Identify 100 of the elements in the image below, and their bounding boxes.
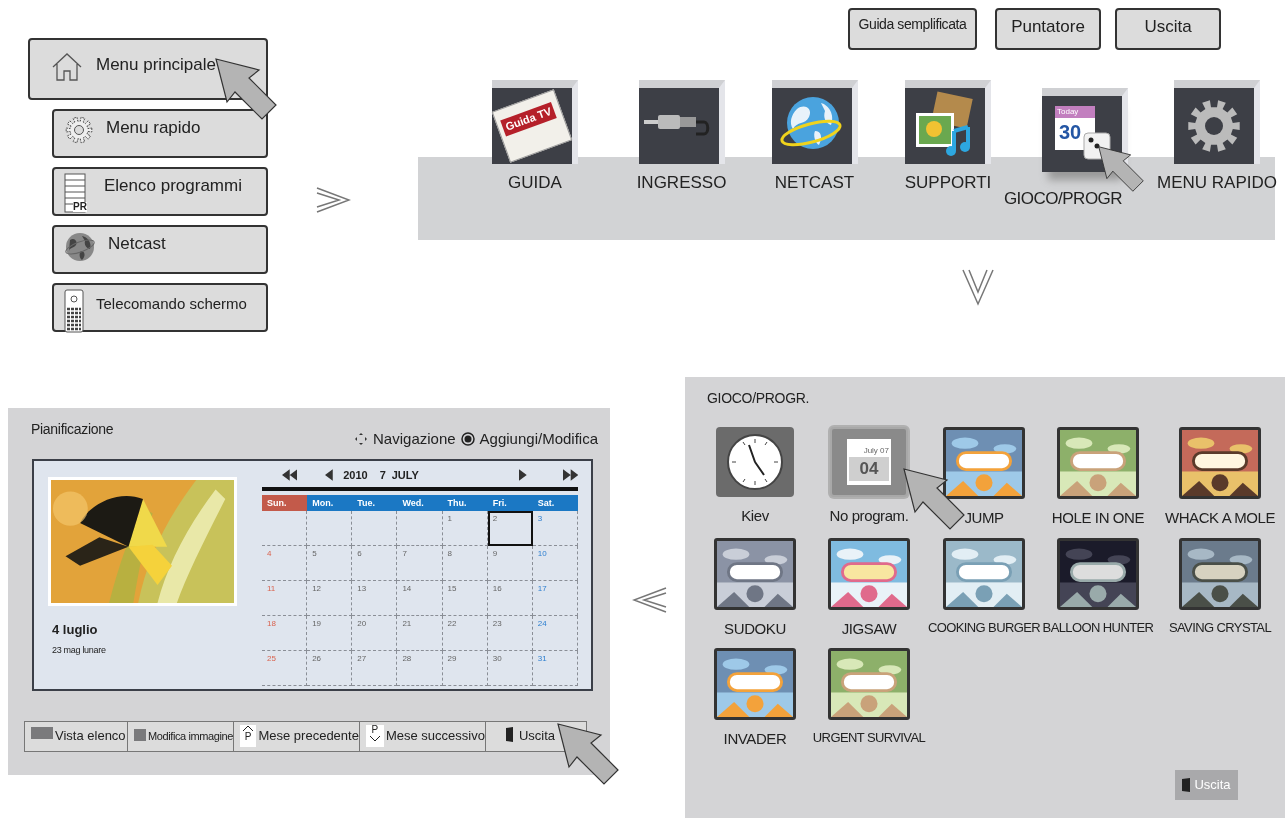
menu-tile-label: INGRESSO <box>636 172 727 194</box>
calendar-day[interactable]: 6 <box>352 546 398 581</box>
calendar-day[interactable]: 1 <box>442 511 488 546</box>
calendar-day[interactable]: 28 <box>397 651 443 686</box>
menu-button[interactable]: Puntatore <box>995 8 1101 50</box>
calendar-day[interactable]: 3 <box>532 511 578 546</box>
menu-item-label: Menu principale <box>96 54 216 76</box>
calendar-icon-day: 30 <box>1055 118 1095 146</box>
calendar-day[interactable]: 11 <box>262 581 308 616</box>
menu-item[interactable]: Menu rapido <box>52 109 268 158</box>
calendar-day[interactable]: 19 <box>307 616 353 651</box>
clock-icon <box>726 433 784 491</box>
menu-tile[interactable] <box>905 80 991 164</box>
game-label: Kiev <box>741 506 769 526</box>
calendar-day[interactable]: 10 <box>532 546 578 581</box>
game-label: BALLOON HUNTER <box>1042 618 1154 637</box>
menu-item-label: Elenco programmi <box>104 175 242 197</box>
menu-tile[interactable] <box>771 80 858 164</box>
calendar-day[interactable]: 5 <box>307 546 353 581</box>
calendar-cell <box>307 511 353 546</box>
calendar-day[interactable]: 2 <box>487 511 533 546</box>
calendar-cell <box>352 511 398 546</box>
footer-button-label: Mese successivo <box>385 727 485 745</box>
color-key-swatch <box>133 729 146 741</box>
menu-button[interactable]: Uscita <box>1115 8 1221 50</box>
menu-tile-label: GUIDA <box>508 172 562 194</box>
calendar-day[interactable]: 30 <box>487 651 533 686</box>
calendar-day[interactable]: 18 <box>262 616 308 651</box>
weekday-header: Sat. <box>532 495 578 511</box>
calendar-day[interactable]: 15 <box>442 581 488 616</box>
menu-tile[interactable] <box>638 80 725 164</box>
calendar-day[interactable]: 8 <box>442 546 488 581</box>
weekday-header: Mon. <box>307 495 353 511</box>
menu-item[interactable]: Netcast <box>52 225 268 274</box>
menu-tile[interactable]: Today 30 <box>1042 88 1128 172</box>
hint-label: Aggiungi/Modifica <box>479 429 598 449</box>
clock-tile[interactable] <box>716 427 794 497</box>
footer-button-label: Mese precedente <box>258 727 359 745</box>
calendar-day[interactable]: 9 <box>487 546 533 581</box>
calendar-day[interactable]: 27 <box>352 651 398 686</box>
calendar-cell <box>397 511 443 546</box>
list-icon <box>64 173 88 213</box>
panel-title: GIOCO/PROGR. <box>707 389 810 408</box>
menu-button[interactable]: Guida semplificata <box>848 8 977 50</box>
calendar-day[interactable]: 16 <box>487 581 533 616</box>
right-arrow-icon <box>518 469 527 481</box>
game-label: JIGSAW <box>841 618 897 639</box>
footer-button[interactable]: P Mese successivo <box>359 722 486 751</box>
calendar-day[interactable]: 22 <box>442 616 488 651</box>
year-label: 2010 <box>343 467 368 483</box>
calendar-day[interactable]: 17 <box>532 581 578 616</box>
calendar-icon-label: Today <box>1055 106 1095 118</box>
calendar-day[interactable]: 20 <box>352 616 398 651</box>
date-label: 4 luglio <box>52 621 99 639</box>
calendar-day[interactable]: 26 <box>307 651 353 686</box>
menu-tile[interactable]: Guida TV <box>492 80 578 164</box>
calendar-day[interactable]: 23 <box>487 616 533 651</box>
pointer-cursor-icon <box>1098 146 1144 192</box>
game-label: INVADER <box>723 729 787 749</box>
footer-button[interactable]: Vista elenco <box>25 722 128 751</box>
calendar-day[interactable]: 31 <box>532 651 578 686</box>
calendar-day[interactable]: 25 <box>262 651 308 686</box>
game-label: HOLE IN ONE <box>1051 508 1145 528</box>
navigation-icon <box>354 432 369 447</box>
door-icon <box>1182 778 1191 792</box>
footer-button[interactable]: P Mese precedente <box>233 722 360 751</box>
menu-item[interactable]: Menu principale <box>28 38 268 100</box>
calendar-day[interactable]: 14 <box>397 581 443 616</box>
menu-item-label: Telecomando schermo <box>96 294 247 314</box>
gear-icon <box>1186 98 1242 154</box>
calendar-day[interactable]: 29 <box>442 651 488 686</box>
footer-button[interactable]: Modifica immagine <box>127 722 234 751</box>
chevron-left-icon <box>632 585 668 615</box>
menu-item[interactable]: PR Elenco programmi <box>52 167 268 216</box>
menu-item[interactable]: Telecomando schermo <box>52 283 268 332</box>
calendar-day[interactable]: 24 <box>532 616 578 651</box>
lunar-date-label: 23 mag lunare <box>52 643 107 657</box>
menu-item-label: Netcast <box>108 233 166 255</box>
pointer-cursor-icon <box>215 58 277 120</box>
calendar-day[interactable]: 12 <box>307 581 353 616</box>
calendar-day[interactable]: 13 <box>352 581 398 616</box>
game-label: SAVING CRYSTAL <box>1168 618 1272 637</box>
menu-item-label: Menu rapido <box>106 117 201 139</box>
ok-button-icon <box>460 432 475 447</box>
month-label: JULY <box>391 467 419 483</box>
newspaper-icon-label: Guida TV <box>500 102 557 137</box>
menu-tile-label: MENU RAPIDO <box>1157 172 1277 194</box>
weekday-header: Sun. <box>262 495 308 511</box>
calendar-icon-label: July 07 <box>863 447 890 455</box>
gear-icon <box>64 115 94 145</box>
calendar-day[interactable]: 4 <box>262 546 308 581</box>
menu-tile[interactable] <box>1174 80 1260 164</box>
footer-button-label: Uscita <box>518 727 556 745</box>
calendar-tile[interactable]: July 07 04 <box>830 427 908 497</box>
p-key-label: P <box>371 725 379 735</box>
calendar-cell <box>262 511 308 546</box>
calendar-day[interactable]: 7 <box>397 546 443 581</box>
chevron-right-icon <box>315 185 351 215</box>
calendar-day[interactable]: 21 <box>397 616 443 651</box>
game-label: SUDOKU <box>724 618 786 639</box>
